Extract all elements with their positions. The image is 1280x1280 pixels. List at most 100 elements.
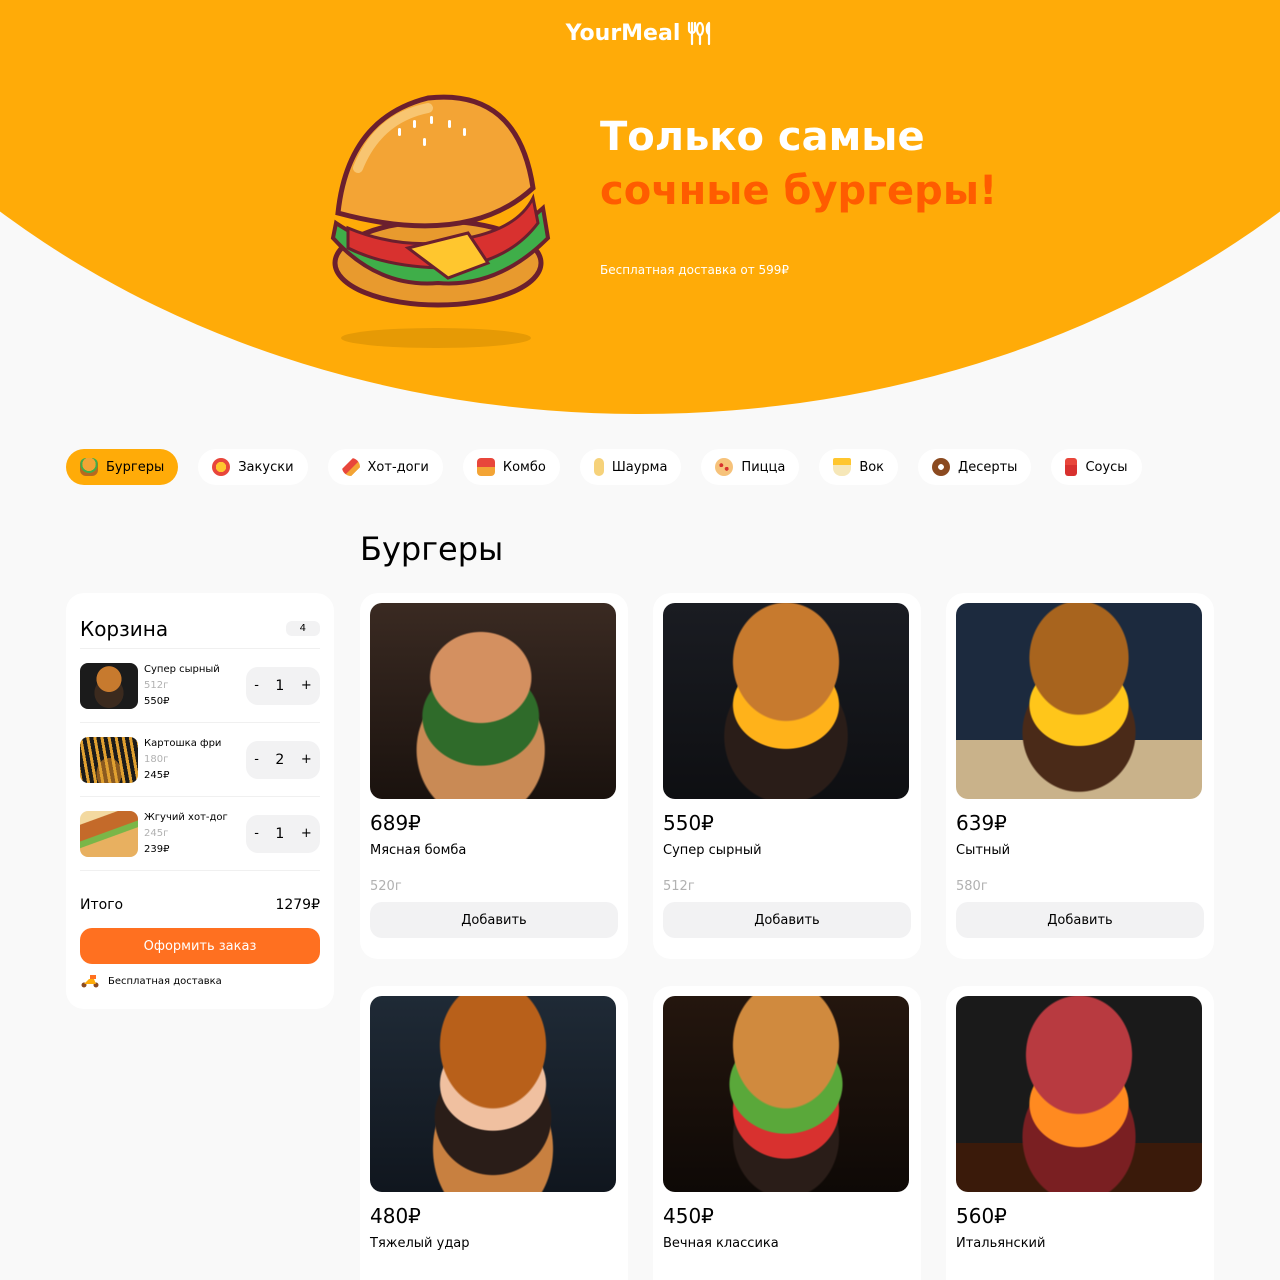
product-name: Супер сырный bbox=[663, 843, 762, 858]
quantity-value: 1 bbox=[275, 677, 285, 694]
hero-title: Только самые сочные бургеры! bbox=[600, 110, 997, 218]
product-name: Итальянский bbox=[956, 1236, 1046, 1251]
cart-item-info: Супер сырный 512г 550₽ bbox=[144, 662, 246, 710]
category-label: Бургеры bbox=[106, 459, 165, 475]
cart-item: Супер сырный 512г 550₽ - 1 + bbox=[80, 649, 320, 723]
hero-title-line1: Только самые bbox=[600, 114, 925, 160]
snacks-icon bbox=[212, 458, 231, 476]
product-card: 560₽ Итальянский bbox=[946, 986, 1214, 1280]
product-price: 480₽ bbox=[370, 1204, 421, 1228]
cart-count-badge: 4 bbox=[285, 621, 320, 636]
cart-item-price: 550₽ bbox=[144, 695, 170, 707]
category-label: Шаурма bbox=[611, 459, 668, 475]
product-name: Сытный bbox=[956, 843, 1011, 858]
cart-panel: Корзина 4 Супер сырный 512г 550₽ - 1 + К… bbox=[66, 593, 334, 1009]
increment-button[interactable]: + bbox=[301, 826, 312, 841]
category-label: Пицца bbox=[741, 459, 786, 475]
burger-illustration bbox=[330, 94, 551, 348]
cart-item-image bbox=[80, 810, 138, 857]
product-weight: 512г bbox=[663, 879, 695, 894]
product-image bbox=[370, 603, 616, 799]
burger-icon bbox=[80, 458, 98, 476]
category-wok[interactable]: Вок bbox=[819, 449, 899, 485]
cart-title: Корзина bbox=[80, 616, 169, 641]
product-price: 450₽ bbox=[663, 1204, 714, 1228]
increment-button[interactable]: + bbox=[301, 678, 312, 693]
cutlery-icon bbox=[688, 21, 711, 46]
category-pizza[interactable]: Пицца bbox=[701, 449, 800, 485]
cart-item-image bbox=[80, 736, 138, 783]
category-hotdogs[interactable]: Хот-доги bbox=[327, 449, 443, 485]
category-desserts[interactable]: Десерты bbox=[918, 449, 1032, 485]
category-label: Комбо bbox=[502, 459, 546, 475]
category-label: Вок bbox=[859, 459, 885, 475]
product-image bbox=[956, 603, 1202, 799]
donut-icon bbox=[932, 458, 951, 476]
add-to-cart-button[interactable]: Добавить bbox=[663, 902, 911, 938]
category-label: Десерты bbox=[958, 459, 1018, 475]
logo-text: YourMeal bbox=[565, 20, 681, 46]
product-name: Тяжелый удар bbox=[370, 1236, 470, 1251]
delivery-text: Бесплатная доставка bbox=[108, 975, 222, 987]
scooter-icon bbox=[81, 975, 99, 988]
hero-title-line2: сочные бургеры! bbox=[600, 168, 998, 214]
product-price: 639₽ bbox=[956, 811, 1007, 835]
add-to-cart-button[interactable]: Добавить bbox=[956, 902, 1204, 938]
cart-header: Корзина 4 bbox=[80, 609, 320, 649]
cart-item-info: Картошка фри 180г 245₽ bbox=[144, 736, 246, 784]
delivery-note: Бесплатная доставка bbox=[80, 974, 320, 988]
product-card: 550₽ Супер сырный 512г Добавить bbox=[653, 593, 921, 959]
cart-item-image bbox=[80, 662, 138, 709]
product-card: 639₽ Сытный 580г Добавить bbox=[946, 593, 1214, 959]
section-title: Бургеры bbox=[360, 530, 504, 568]
cart-item-weight: 245г bbox=[144, 827, 169, 839]
product-name: Мясная бомба bbox=[370, 843, 467, 858]
category-burgers[interactable]: Бургеры bbox=[66, 449, 179, 485]
cart-item: Картошка фри 180г 245₽ - 2 + bbox=[80, 723, 320, 797]
total-value: 1279₽ bbox=[275, 897, 320, 913]
category-shawarma[interactable]: Шаурма bbox=[579, 449, 682, 485]
cart-item-price: 239₽ bbox=[144, 843, 170, 855]
category-label: Закуски bbox=[238, 459, 294, 475]
cart-item-name: Супер сырный bbox=[144, 663, 220, 675]
pizza-icon bbox=[715, 458, 734, 476]
category-nav: Бургеры Закуски Хот-доги Комбо Шаурма Пи… bbox=[66, 449, 1142, 485]
product-name: Вечная классика bbox=[663, 1236, 779, 1251]
product-weight: 580г bbox=[956, 879, 988, 894]
category-label: Соусы bbox=[1085, 459, 1128, 475]
decrement-button[interactable]: - bbox=[254, 678, 259, 693]
site-logo[interactable]: YourMeal bbox=[0, 20, 1280, 46]
total-label: Итого bbox=[80, 897, 124, 913]
shawarma-icon bbox=[593, 458, 604, 476]
cart-item: Жгучий хот-дог 245г 239₽ - 1 + bbox=[80, 797, 320, 871]
product-card: 480₽ Тяжелый удар bbox=[360, 986, 628, 1280]
quantity-stepper: - 1 + bbox=[246, 814, 320, 853]
cart-item-price: 245₽ bbox=[144, 769, 170, 781]
add-to-cart-button[interactable]: Добавить bbox=[370, 902, 618, 938]
quantity-value: 1 bbox=[275, 825, 285, 842]
checkout-button[interactable]: Оформить заказ bbox=[80, 928, 320, 964]
cart-item-weight: 512г bbox=[144, 679, 169, 691]
product-image bbox=[663, 603, 909, 799]
increment-button[interactable]: + bbox=[301, 752, 312, 767]
hero-subtitle: Бесплатная доставка от 599₽ bbox=[600, 263, 790, 277]
combo-icon bbox=[476, 458, 495, 476]
wok-icon bbox=[833, 458, 852, 476]
product-price: 550₽ bbox=[663, 811, 714, 835]
cart-item-name: Жгучий хот-дог bbox=[144, 811, 228, 823]
quantity-stepper: - 1 + bbox=[246, 666, 320, 705]
category-sauces[interactable]: Соусы bbox=[1051, 449, 1142, 485]
quantity-value: 2 bbox=[275, 751, 285, 768]
category-snacks[interactable]: Закуски bbox=[198, 449, 308, 485]
category-combo[interactable]: Комбо bbox=[462, 449, 560, 485]
decrement-button[interactable]: - bbox=[254, 752, 259, 767]
cart-item-info: Жгучий хот-дог 245г 239₽ bbox=[144, 810, 246, 858]
product-card: 689₽ Мясная бомба 520г Добавить bbox=[360, 593, 628, 959]
product-weight: 520г bbox=[370, 879, 402, 894]
product-price: 689₽ bbox=[370, 811, 421, 835]
product-price: 560₽ bbox=[956, 1204, 1007, 1228]
cart-item-weight: 180г bbox=[144, 753, 169, 765]
cart-item-name: Картошка фри bbox=[144, 737, 222, 749]
product-image bbox=[956, 996, 1202, 1192]
decrement-button[interactable]: - bbox=[254, 826, 259, 841]
